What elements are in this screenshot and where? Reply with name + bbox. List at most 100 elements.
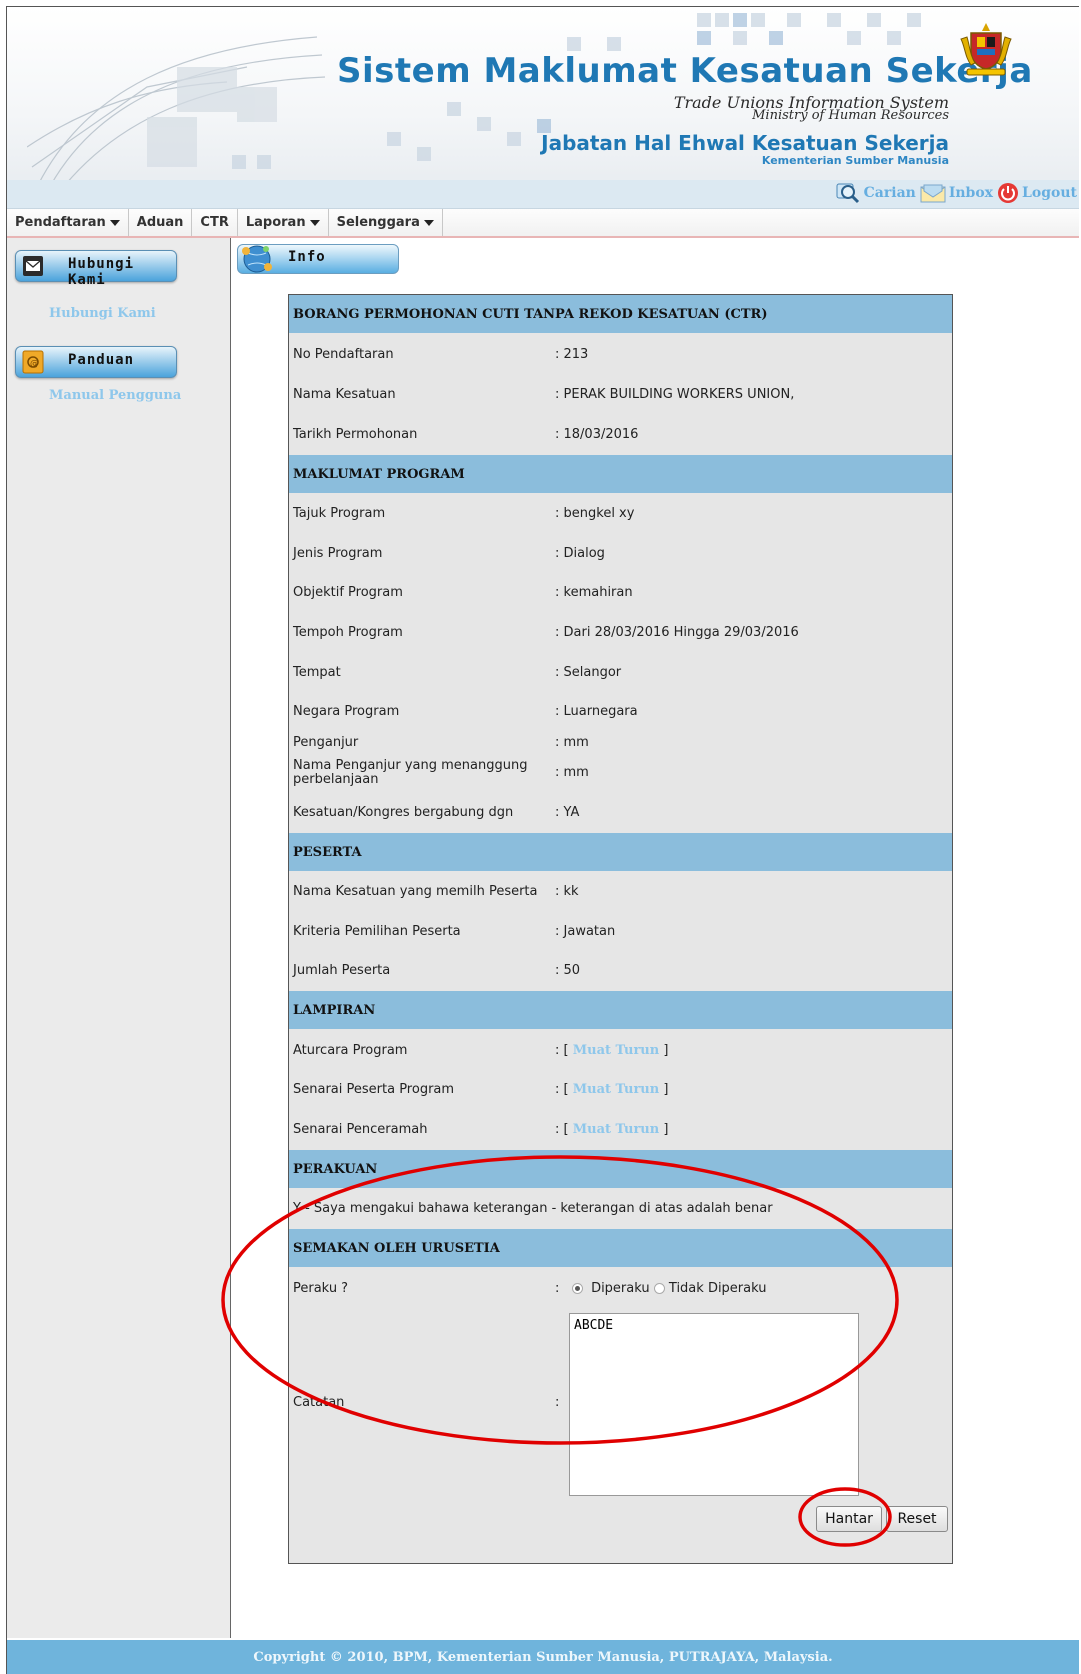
- attachment-value: : [ Muat Turun ]: [555, 1043, 668, 1058]
- field-value: : Luarnegara: [555, 704, 638, 719]
- guide-section-button[interactable]: @ Panduan: [15, 346, 177, 378]
- nav-item-label: Selenggara: [336, 215, 420, 230]
- envelope-icon: [920, 184, 946, 203]
- search-link-label: Carian: [863, 185, 916, 201]
- ctr-application-form: BORANG PERMOHONAN CUTI TANPA REKOD KESAT…: [288, 294, 953, 1564]
- field-value: : Jawatan: [555, 924, 616, 939]
- field-value: : mm: [555, 735, 589, 750]
- reject-radio[interactable]: [653, 1283, 665, 1294]
- guide-section-label: Panduan: [68, 352, 135, 368]
- field-label: Penganjur: [293, 735, 359, 750]
- ministry-subtitle-en: Ministry of Human Resources: [752, 108, 949, 123]
- field-label: Objektif Program: [293, 585, 403, 600]
- download-link[interactable]: Muat Turun: [573, 1082, 659, 1097]
- form-title: BORANG PERMOHONAN CUTI TANPA REKOD KESAT…: [289, 295, 952, 333]
- field-label: Nama Kesatuan: [293, 387, 396, 402]
- submit-button[interactable]: Hantar: [816, 1506, 882, 1532]
- remarks-label: Catatan: [293, 1395, 345, 1410]
- field-label: No Pendaftaran: [293, 347, 394, 362]
- attachment-value: : [ Muat Turun ]: [555, 1082, 668, 1097]
- info-tab-label: Info: [288, 249, 326, 265]
- contact-link[interactable]: Hubungi Kami: [49, 306, 156, 321]
- download-link[interactable]: Muat Turun: [573, 1043, 659, 1058]
- coat-of-arms-logo: [960, 23, 1012, 76]
- contact-section-button[interactable]: Hubungi Kami: [15, 250, 177, 288]
- attachment-value: : [ Muat Turun ]: [555, 1122, 668, 1137]
- field-label: Tarikh Permohonan: [293, 427, 418, 442]
- nav-item-label: Laporan: [245, 215, 306, 230]
- nav-item-label: Pendaftaran: [15, 215, 106, 230]
- bracket-close: ]: [663, 1122, 669, 1137]
- field-value: : bengkel xy: [555, 506, 635, 521]
- field-value: : PERAK BUILDING WORKERS UNION,: [555, 387, 795, 402]
- field-value: : kk: [555, 884, 579, 899]
- logout-link[interactable]: Logout: [997, 182, 1077, 204]
- section-header-semakan: SEMAKAN OLEH URUSETIA: [289, 1229, 952, 1267]
- approval-options: : Diperaku Tidak Diperaku: [555, 1281, 767, 1296]
- toolbar-links: Carian Inbox Logout: [835, 181, 1077, 205]
- attachment-label: Senarai Penceramah: [293, 1122, 428, 1137]
- section-header-program: MAKLUMAT PROGRAM: [289, 455, 952, 493]
- bracket-open: : [: [555, 1122, 569, 1137]
- inbox-link-label: Inbox: [948, 185, 994, 201]
- approve-radio[interactable]: [571, 1283, 583, 1294]
- nav-item-pendaftaran[interactable]: Pendaftaran: [7, 209, 129, 236]
- nav-item-laporan[interactable]: Laporan: [238, 209, 329, 236]
- bracket-open: : [: [555, 1043, 569, 1058]
- approve-radio-label: Diperaku: [591, 1281, 650, 1296]
- bracket-close: ]: [663, 1082, 669, 1097]
- site-header: Sistem Maklumat Kesatuan Sekerja Trade U…: [7, 7, 1079, 186]
- field-value: : mm: [555, 765, 589, 780]
- section-header-perakuan: PERAKUAN: [289, 1150, 952, 1188]
- top-toolbar: Carian Inbox Logout: [7, 180, 1079, 209]
- field-value: : kemahiran: [555, 585, 633, 600]
- bracket-open: : [: [555, 1082, 569, 1097]
- nav-item-aduan[interactable]: Aduan: [129, 209, 193, 236]
- field-value: : Selangor: [555, 665, 622, 680]
- field-label: Nama Kesatuan yang memilh Peserta: [293, 884, 538, 899]
- field-value: : Dari 28/03/2016 Hingga 29/03/2016: [555, 625, 799, 640]
- main-nav: Pendaftaran Aduan CTR Laporan Selenggara: [7, 209, 1079, 238]
- field-label-continued: perbelanjaan: [293, 772, 379, 787]
- download-link[interactable]: Muat Turun: [573, 1122, 659, 1137]
- field-label: Nama Penganjur yang menanggung: [293, 758, 528, 773]
- field-value: : 18/03/2016: [555, 427, 639, 442]
- remarks-textarea[interactable]: [569, 1313, 859, 1496]
- sidebar: Hubungi Kami Hubungi Kami @ Panduan Manu…: [7, 238, 231, 1638]
- chevron-down-icon: [423, 219, 434, 226]
- reject-radio-label: Tidak Diperaku: [668, 1281, 767, 1296]
- site-title: Sistem Maklumat Kesatuan Sekerja: [337, 51, 1033, 91]
- chevron-down-icon: [309, 219, 320, 226]
- field-value: : YA: [555, 805, 580, 820]
- footer-copyright: Copyright © 2010, BPM, Kementerian Sumbe…: [7, 1640, 1079, 1674]
- field-value: : 213: [555, 347, 589, 362]
- field-label: Negara Program: [293, 704, 400, 719]
- field-label: Jenis Program: [293, 546, 383, 561]
- info-tab: Info: [237, 244, 399, 274]
- search-icon: [836, 183, 859, 204]
- nav-item-selenggara[interactable]: Selenggara: [329, 209, 443, 236]
- colon: :: [555, 1281, 560, 1296]
- section-header-peserta: PESERTA: [289, 833, 952, 871]
- reset-button[interactable]: Reset: [886, 1506, 948, 1532]
- colon: :: [555, 1395, 560, 1410]
- svg-text:@: @: [30, 359, 39, 369]
- network-globe-icon: [242, 245, 272, 273]
- field-label: Kesatuan/Kongres bergabung dgn: [293, 805, 514, 820]
- contact-section-label: Hubungi Kami: [68, 256, 135, 288]
- field-value: : Dialog: [555, 546, 605, 561]
- field-label: Tajuk Program: [293, 506, 386, 521]
- logout-link-label: Logout: [1022, 185, 1077, 201]
- inbox-link[interactable]: Inbox: [920, 182, 993, 204]
- field-label: Tempat: [293, 665, 341, 680]
- nav-item-ctr[interactable]: CTR: [192, 209, 238, 236]
- header-swirl-graphic: [27, 36, 326, 185]
- field-label: Tempoh Program: [293, 625, 403, 640]
- section-header-lampiran: LAMPIRAN: [289, 991, 952, 1029]
- search-link[interactable]: Carian: [835, 181, 916, 205]
- department-subname: Kementerian Sumber Manusia: [761, 154, 949, 167]
- field-label: Jumlah Peserta: [293, 963, 391, 978]
- user-manual-link[interactable]: Manual Pengguna: [49, 388, 181, 403]
- address-book-icon: @: [22, 350, 44, 374]
- bracket-close: ]: [663, 1043, 669, 1058]
